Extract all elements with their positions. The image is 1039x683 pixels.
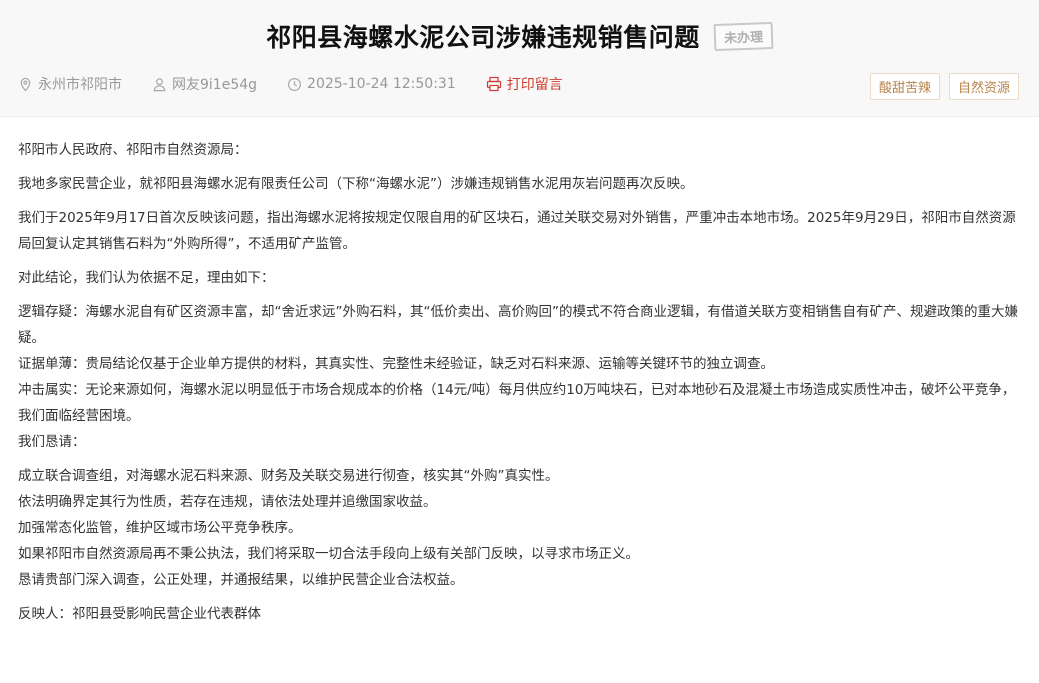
message-body: 祁阳市人民政府、祁阳市自然资源局： 我地多家民营企业，就祁阳县海螺水泥有限责任公… [0,117,1039,627]
location-pin-icon [20,77,31,92]
signature: 反映人：祁阳县受影响民营企业代表群体 [18,606,261,622]
author-text: 网友9i1e54g [172,77,258,93]
status-stamp: 未办理 [713,21,774,51]
author-info: 网友9i1e54g [152,74,257,94]
salutation: 祁阳市人民政府、祁阳市自然资源局： [18,142,248,158]
tag-list: 酸甜苦辣 自然资源 [861,73,1019,100]
location-info: 永州市祁阳市 [18,74,122,94]
printer-icon [486,76,501,92]
request-item: 成立联合调查组，对海螺水泥石料来源、财务及关联交易进行彻查，核实其“外购”真实性… [18,468,559,484]
location-text: 永州市祁阳市 [38,77,122,93]
request-item: 加强常态化监管，维护区域市场公平竞争秩序。 [18,520,302,536]
datetime-text: 2025-10-24 12:50:31 [307,76,456,92]
paragraph-intro: 我地多家民营企业，就祁阳县海螺水泥有限责任公司（下称“海螺水泥”）涉嫌违规销售水… [18,176,694,192]
reason-logic: 逻辑存疑：海螺水泥自有矿区资源丰富，却“舍近求远”外购石料，其“低价卖出、高价购… [18,304,1018,346]
tag-department[interactable]: 自然资源 [948,73,1019,100]
meta-row: 永州市祁阳市 网友9i1e54g 2025-10-24 12:50:31 打印留… [18,74,593,94]
request-heading: 我们恳请： [18,434,86,450]
request-item: 依法明确界定其行为性质，若存在违规，请依法处理并追缴国家收益。 [18,494,437,510]
print-message-button[interactable]: 打印留言 [486,74,563,94]
reason-impact: 冲击属实：无论来源如何，海螺水泥以明显低于市场合规成本的价格（14元/吨）每月供… [18,382,1016,424]
paragraph-history: 我们于2025年9月17日首次反映该问题，指出海螺水泥将按规定仅限自用的矿区块石… [18,210,1016,252]
reason-evidence: 证据单薄：贵局结论仅基于企业单方提供的材料，其真实性、完整性未经验证，缺乏对石料… [18,356,774,372]
print-label: 打印留言 [506,77,563,93]
request-item: 恳请贵部门深入调查，公正处理，并通报结果，以维护民营企业合法权益。 [18,572,464,588]
paragraph-conclusion: 对此结论，我们认为依据不足，理由如下： [18,270,275,286]
request-item: 如果祁阳市自然资源局再不秉公执法，我们将采取一切合法手段向上级有关部门反映，以寻… [18,546,639,562]
clock-icon [288,77,302,91]
tag-category[interactable]: 酸甜苦辣 [869,73,940,100]
message-header: 祁阳县海螺水泥公司涉嫌违规销售问题 未办理 永州市祁阳市 网友9i1e54g 20… [0,0,1039,117]
user-icon [153,77,166,91]
datetime-info: 2025-10-24 12:50:31 [287,76,456,92]
page-title: 祁阳县海螺水泥公司涉嫌违规销售问题 [266,23,700,52]
